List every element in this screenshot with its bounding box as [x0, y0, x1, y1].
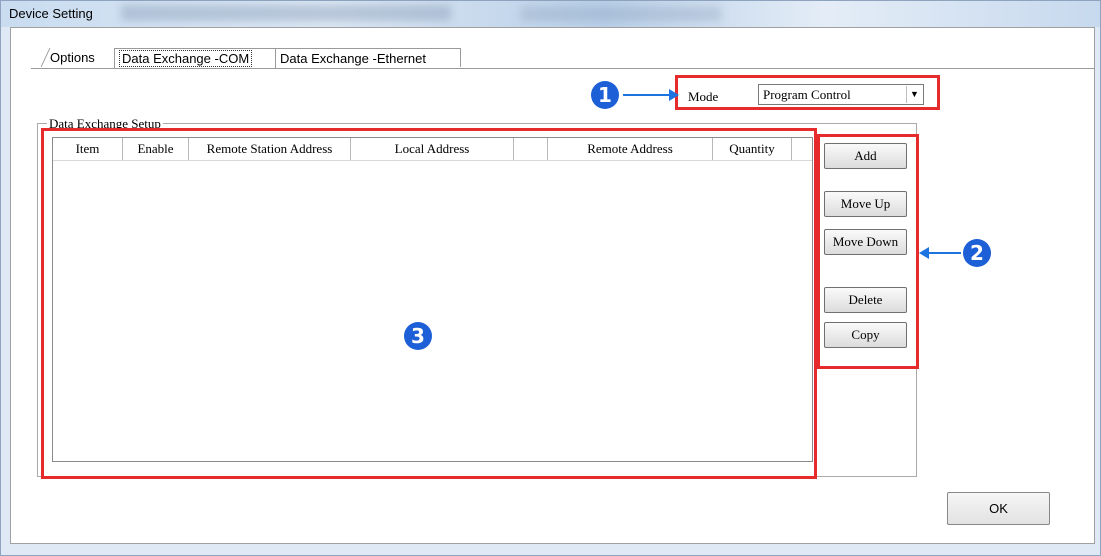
mode-select[interactable]: Program Control ▼ [758, 84, 924, 105]
chevron-down-icon[interactable]: ▼ [906, 86, 922, 103]
tab-data-exchange-ethernet[interactable]: Data Exchange -Ethernet [275, 48, 461, 67]
callout-1-icon: 1 [591, 81, 619, 109]
tab-options[interactable]: Options [40, 48, 120, 67]
mode-label: Mode [688, 89, 719, 104]
title-bar-blur [521, 7, 721, 21]
tab-data-exchange-ethernet-label: Data Exchange -Ethernet [280, 51, 426, 66]
window-title: Device Setting [9, 6, 93, 21]
tab-data-exchange-com-label: Data Exchange -COM [119, 50, 253, 67]
arrow-right-icon [623, 89, 679, 101]
device-setting-window: Device Setting Options Data Exchange -CO… [0, 0, 1101, 556]
arrow-left-icon [919, 247, 961, 259]
buttons-highlight-box [817, 134, 919, 369]
callout-3-icon: 3 [404, 322, 432, 350]
title-bar[interactable]: Device Setting [1, 1, 1100, 27]
tab-pane-border [31, 68, 1095, 69]
tab-options-label: Options [50, 50, 95, 65]
callout-2-icon: 2 [963, 239, 991, 267]
mode-select-value: Program Control [763, 87, 851, 102]
table-highlight-box [41, 128, 817, 479]
tab-data-exchange-com[interactable]: Data Exchange -COM [114, 48, 276, 69]
ok-button[interactable]: OK [947, 492, 1050, 525]
title-bar-blur [121, 5, 451, 21]
